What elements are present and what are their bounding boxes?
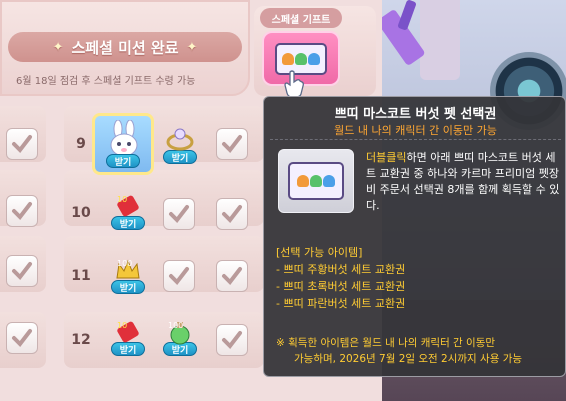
tooltip-item-icon <box>278 149 354 213</box>
crown-icon: 100 <box>116 259 140 279</box>
mission-complete-banner: ✦ 스페셜 미션 완료 ✦ <box>8 32 242 62</box>
check-icon <box>12 262 32 281</box>
tooltip-note-line: ※ 획득한 아이템은 월드 내 나의 캐릭터 간 이동만 <box>276 337 496 349</box>
left-check-row-11[interactable] <box>6 255 38 287</box>
mushroom-ticket-icon <box>288 162 344 200</box>
tooltip-desc-highlight: 더블클릭 <box>366 151 407 164</box>
tooltip-note: ※ 획득한 아이템은 월드 내 나의 캐릭터 간 이동만 가능하며, 2026년… <box>276 335 564 367</box>
day-number: 11 <box>71 268 91 284</box>
firecracker-icon: 10 <box>117 321 139 343</box>
reward-count: 100 <box>117 259 132 268</box>
row-10-check-b[interactable] <box>216 198 248 230</box>
sparkle-icon: ✦ <box>52 39 64 55</box>
day-number: 10 <box>71 205 91 221</box>
check-icon <box>12 329 32 348</box>
special-gift-label: 스페셜 기프트 <box>260 8 342 28</box>
tooltip-item: - 쁘띠 주황버섯 세트 교환권 <box>276 263 406 276</box>
tooltip-note-line: 가능하며, 2026년 7월 2일 오전 2시까지 사용 가능 <box>294 353 523 365</box>
tooltip-subtitle: 월드 내 나의 캐릭터 간 이동만 가능 <box>334 124 497 137</box>
row-9-check[interactable] <box>216 128 248 160</box>
check-icon <box>222 267 242 286</box>
left-check-row-12[interactable] <box>6 322 38 354</box>
reward-crown-box[interactable]: 100 받기 <box>108 256 148 300</box>
tooltip-item: - 쁘띠 파란버섯 세트 교환권 <box>276 297 406 310</box>
tooltip-title: 쁘띠 마스코트 버섯 펫 선택권 <box>334 107 497 122</box>
mission-header-card: ✦ 스페셜 미션 완료 ✦ 6월 18일 점검 후 스페셜 기프트 수령 가능 <box>0 0 250 96</box>
tooltip-item: - 쁘띠 초록버섯 세트 교환권 <box>276 280 406 293</box>
row-11-check-a[interactable] <box>163 260 195 292</box>
check-icon <box>222 331 242 350</box>
potion-icon: 100 <box>168 321 190 345</box>
check-icon <box>169 267 189 286</box>
tooltip-items-heading: [선택 가능 아이템] <box>276 246 363 259</box>
left-check-row-10[interactable] <box>6 195 38 227</box>
reward-count: 10 <box>117 195 127 204</box>
check-icon <box>169 205 189 224</box>
reward-firecracker[interactable]: 10 받기 <box>108 192 148 236</box>
firecracker-icon: 10 <box>117 195 139 217</box>
bunny-hat-icon <box>110 120 138 157</box>
reward-bunny-hat[interactable]: 받기 <box>92 113 154 175</box>
check-icon <box>222 205 242 224</box>
check-icon <box>12 202 32 221</box>
check-icon <box>12 135 32 154</box>
reward-firecracker[interactable]: 10 받기 <box>108 318 148 362</box>
castle-tower <box>420 0 460 80</box>
tooltip-divider <box>270 139 561 140</box>
left-check-row-9[interactable] <box>6 128 38 160</box>
row-11-check-b[interactable] <box>216 260 248 292</box>
check-icon <box>222 135 242 154</box>
reward-ring[interactable]: 받기 <box>160 126 200 170</box>
mission-subtitle: 6월 18일 점검 후 스페셜 기프트 수령 가능 <box>16 76 196 87</box>
day-number: 9 <box>76 136 86 152</box>
ring-icon <box>166 128 194 151</box>
reward-count: 100 <box>168 321 183 330</box>
sparkle-icon: ✦ <box>186 39 198 55</box>
tooltip-description: 더블클릭하면 아래 쁘띠 마스코트 버섯 세트 교환권 중 하나와 카르마 프리… <box>366 150 562 214</box>
mission-title: 스페셜 미션 완료 <box>71 38 179 57</box>
reward-count: 10 <box>117 321 127 330</box>
receive-button[interactable]: 받기 <box>106 154 140 168</box>
reward-potion[interactable]: 100 받기 <box>160 318 200 362</box>
hand-cursor-icon <box>284 70 304 98</box>
row-12-check[interactable] <box>216 324 248 356</box>
day-number: 12 <box>71 332 91 348</box>
row-10-check-a[interactable] <box>163 198 195 230</box>
item-tooltip: 쁘띠 마스코트 버섯 펫 선택권 월드 내 나의 캐릭터 간 이동만 가능 더블… <box>263 96 566 377</box>
